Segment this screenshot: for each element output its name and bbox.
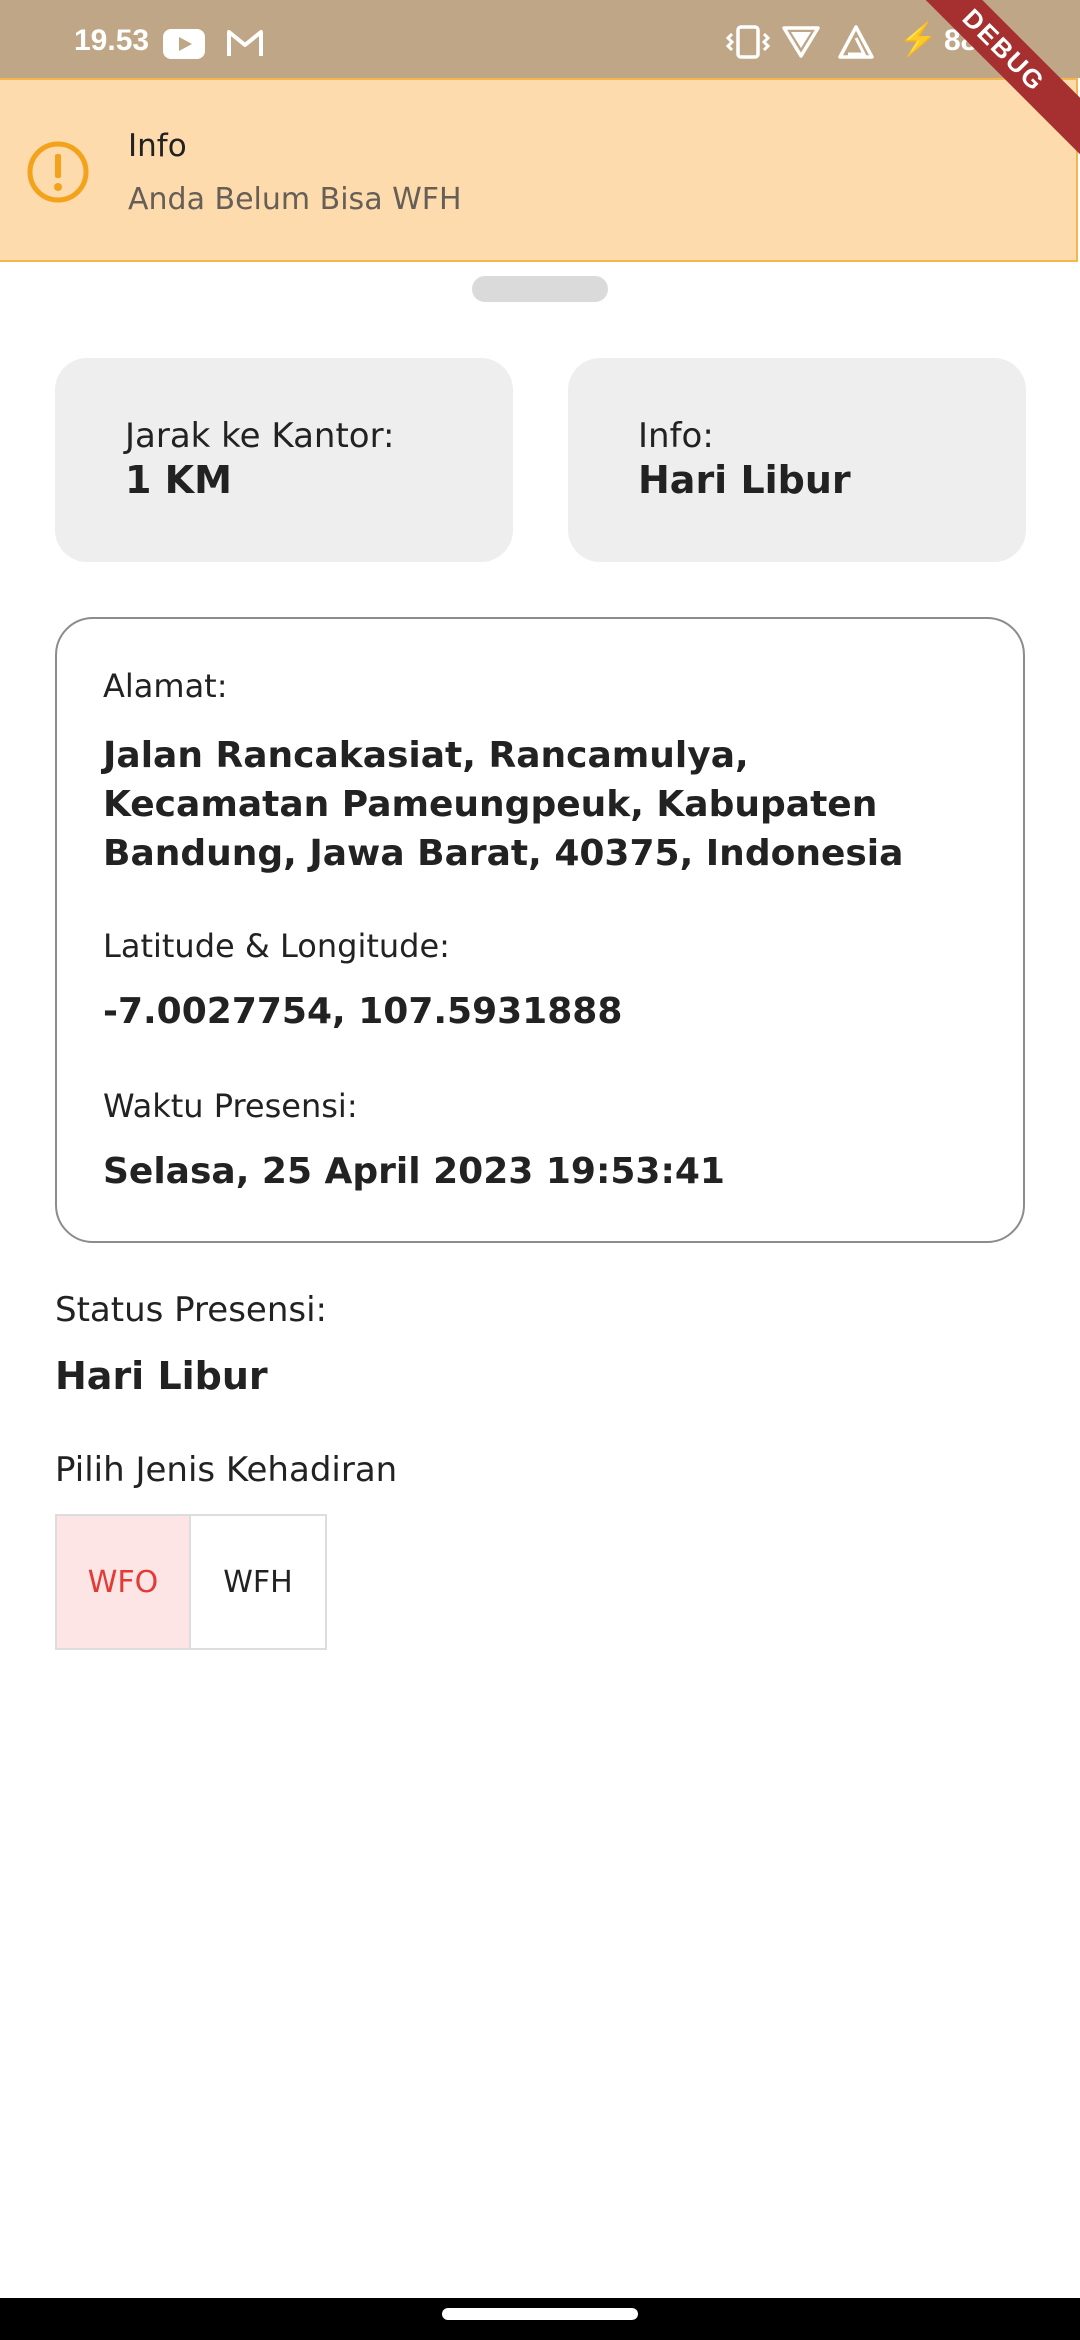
status-bar: 19.53 ⚡ 88%	[0, 0, 1080, 78]
navigation-bar	[0, 2298, 1080, 2340]
status-value: Hari Libur	[55, 1354, 268, 1398]
address-value: Jalan Rancakasiat, Rancamulya, Kecamatan…	[103, 735, 904, 874]
status-time: 19.53	[74, 24, 150, 57]
info-label: Info:	[638, 416, 714, 456]
status-label: Status Presensi:	[55, 1290, 327, 1330]
attendance-time-label: Waktu Presensi:	[103, 1087, 358, 1125]
banner-title: Info	[128, 128, 187, 164]
gmail-icon	[227, 30, 263, 56]
warning-icon	[27, 141, 89, 203]
coordinates-value: -7.0027754, 107.5931888	[103, 991, 623, 1032]
charging-icon: ⚡	[898, 21, 938, 57]
address-label: Alamat:	[103, 667, 228, 705]
wfh-option[interactable]: WFH	[191, 1516, 325, 1648]
banner-message: Anda Belum Bisa WFH	[128, 182, 462, 217]
distance-card: Jarak ke Kantor: 1 KM	[55, 358, 513, 562]
info-banner[interactable]: Info Anda Belum Bisa WFH	[0, 78, 1078, 262]
attendance-time-value: Selasa, 25 April 2023 19:53:41	[103, 1151, 725, 1192]
location-detail-card: Alamat: Jalan Rancakasiat, Rancamulya, K…	[55, 617, 1025, 1243]
distance-label: Jarak ke Kantor:	[125, 416, 395, 456]
coordinates-label: Latitude & Longitude:	[103, 927, 450, 965]
wfo-option[interactable]: WFO	[57, 1516, 191, 1648]
wifi-icon	[782, 26, 820, 58]
attendance-type-label: Pilih Jenis Kehadiran	[55, 1450, 398, 1490]
home-indicator[interactable]	[442, 2308, 638, 2320]
vibrate-icon	[726, 25, 770, 59]
distance-value: 1 KM	[125, 458, 232, 502]
info-value: Hari Libur	[638, 458, 851, 502]
info-card: Info: Hari Libur	[568, 358, 1026, 562]
drag-handle[interactable]	[472, 276, 608, 302]
signal-icon	[838, 25, 874, 59]
youtube-icon	[163, 29, 205, 59]
attendance-type-toggle: WFO WFH	[55, 1514, 327, 1650]
